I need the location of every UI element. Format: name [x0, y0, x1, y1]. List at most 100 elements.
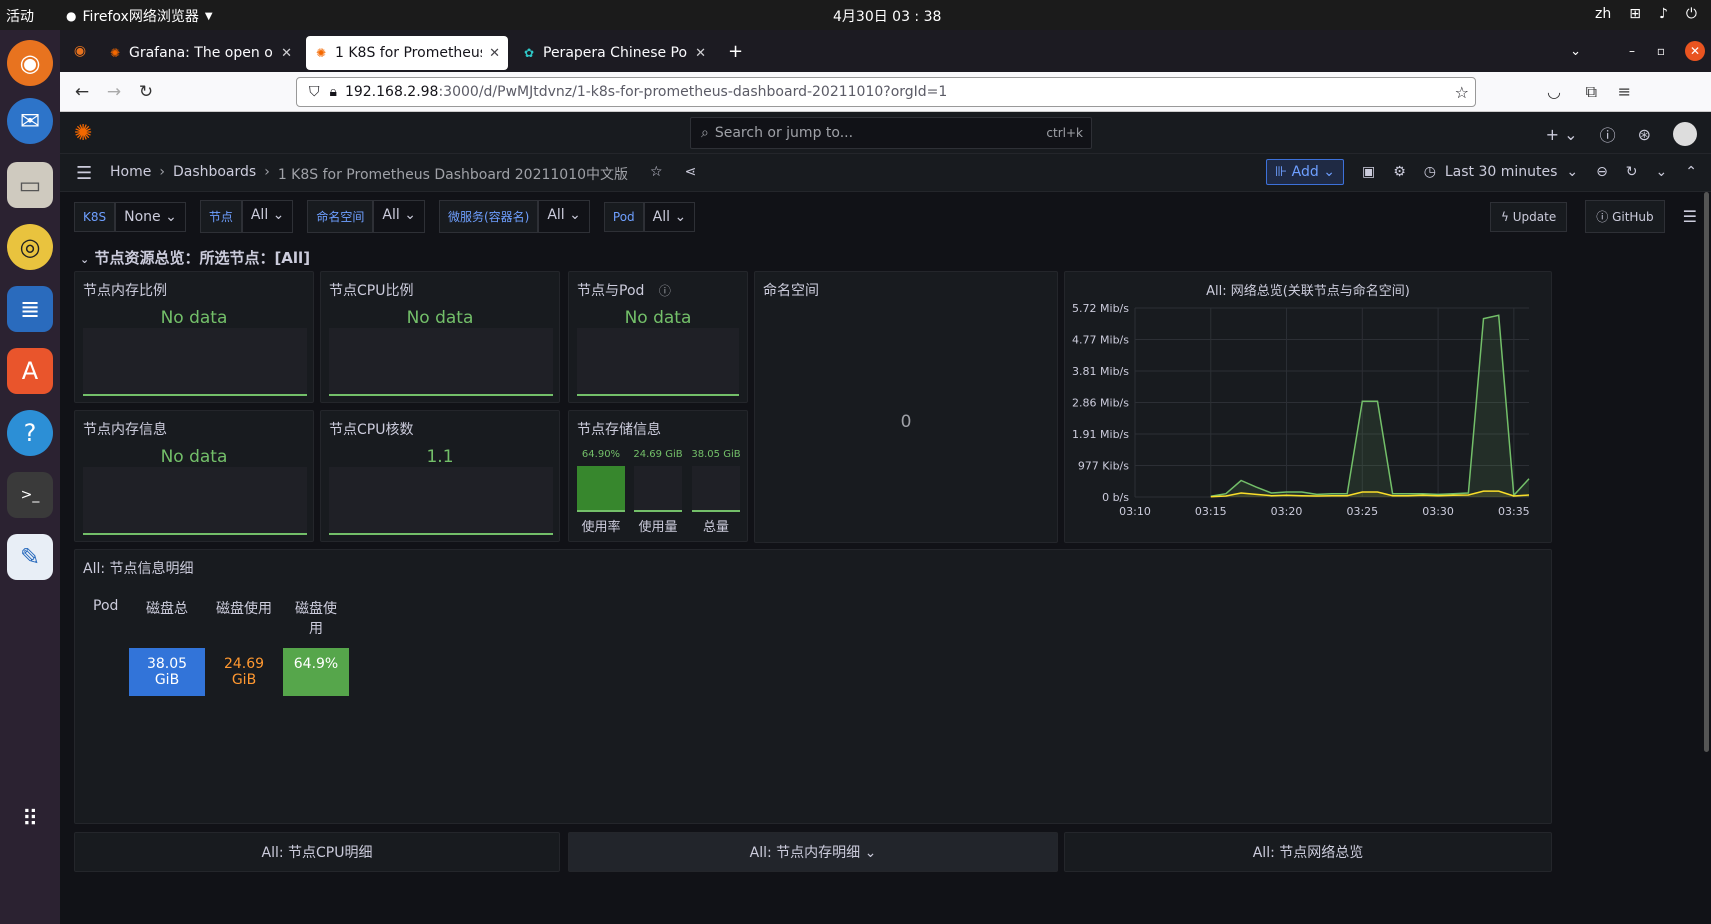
software-center-icon[interactable]: A	[7, 348, 53, 394]
var-select[interactable]: All ⌄	[643, 201, 696, 232]
pocket-icon[interactable]: ◡	[1547, 82, 1561, 101]
time-picker[interactable]: ◷ Last 30 minutes ⌄	[1424, 164, 1578, 180]
zoom-out-icon[interactable]: ⊖	[1596, 164, 1608, 180]
files-icon[interactable]: ▭	[7, 162, 53, 208]
show-apps-icon[interactable]: ⠿	[7, 796, 53, 842]
tab-perapera[interactable]: ✿ Perapera Chinese Popup ✕	[514, 36, 714, 70]
var-value: All	[547, 207, 565, 223]
reload-icon[interactable]: ↻	[130, 82, 162, 102]
close-icon[interactable]: ✕	[695, 46, 706, 61]
column-header[interactable]: 磁盘使用	[205, 590, 283, 646]
thunderbird-icon[interactable]: ✉	[7, 98, 53, 144]
text-editor-icon[interactable]: ✎	[7, 534, 53, 580]
settings-gear-icon[interactable]: ⚙	[1393, 164, 1406, 180]
close-icon[interactable]: ✕	[281, 46, 292, 61]
breadcrumb-dashboards[interactable]: Dashboards	[173, 164, 256, 184]
namespace-count: 0	[900, 412, 912, 432]
x-tick-label: 03:35	[1498, 505, 1530, 518]
panel-node-mem-detail[interactable]: All: 节点内存明细 ⌄	[568, 832, 1058, 872]
column-header[interactable]: Pod	[83, 590, 129, 646]
var-pod[interactable]: Pod All ⌄	[603, 201, 696, 232]
tab-grafana[interactable]: ✺ Grafana: The open obser ✕	[100, 36, 300, 70]
var-namespace[interactable]: 命名空间 All ⌄	[307, 200, 425, 233]
firefox-icon[interactable]: ◉	[7, 40, 53, 86]
var-node[interactable]: 节点 All ⌄	[199, 200, 294, 233]
minimize-icon[interactable]: –	[1629, 44, 1635, 58]
panel-node-storage[interactable]: 节点存储信息 64.90% 使用率 24.69 GiB 使用量 38.05 Gi…	[568, 410, 748, 542]
update-link[interactable]: ϟ Update	[1490, 201, 1568, 232]
gauge-empty	[329, 328, 553, 396]
panel-node-cpu-ratio[interactable]: 节点CPU比例 No data	[320, 271, 560, 403]
page-scrollbar[interactable]	[1704, 192, 1709, 752]
var-select[interactable]: All ⌄	[538, 200, 590, 233]
panel-node-net-detail[interactable]: All: 节点网络总览	[1064, 832, 1552, 872]
activities-button[interactable]: 活动	[6, 6, 34, 26]
volume-icon[interactable]: ♪	[1659, 6, 1668, 22]
clock[interactable]: 4月30日 03 : 38	[833, 6, 941, 26]
var-select[interactable]: All ⌄	[241, 200, 294, 233]
forward-icon[interactable]: →	[98, 82, 130, 102]
search-icon: ⌕	[701, 125, 709, 141]
panel-network-overview[interactable]: All: 网络总览(关联节点与命名空间) 0 b/s 977 Kib/s 1.91 …	[1064, 271, 1552, 543]
rhythmbox-icon[interactable]: ◎	[7, 224, 53, 270]
x-tick-label: 03:20	[1271, 505, 1303, 518]
info-icon[interactable]: ⓘ	[659, 284, 671, 298]
menu-icon[interactable]: ≡	[1618, 82, 1631, 101]
panel-node-mem-info[interactable]: 节点内存信息 No data	[74, 410, 314, 542]
refresh-icon[interactable]: ↻	[1626, 164, 1638, 180]
share-icon[interactable]: ⋖	[685, 164, 697, 184]
search-input[interactable]: ⌕ Search or jump to... ctrl+k	[690, 117, 1092, 149]
avatar[interactable]	[1673, 122, 1697, 146]
grafana-topbar: ✺ ⌕ Search or jump to... ctrl+k + ⌄ ⓘ ⊛	[60, 112, 1711, 154]
table-header: Pod 磁盘总 磁盘使用 磁盘使用	[83, 590, 349, 646]
window-close-icon[interactable]: ✕	[1685, 41, 1705, 61]
add-button[interactable]: ⊪ Add ⌄	[1266, 159, 1344, 185]
var-container[interactable]: 微服务(容器名) All ⌄	[438, 200, 590, 233]
panel-list-icon[interactable]: ☰	[1683, 207, 1697, 226]
panel-node-detail[interactable]: All: 节点信息明细 Pod 磁盘总 磁盘使用 磁盘使用 38.05 GiB …	[74, 549, 1552, 824]
refresh-interval-chevron-icon[interactable]: ⌄	[1656, 164, 1668, 180]
panel-node-mem-ratio[interactable]: 节点内存比例 No data	[74, 271, 314, 403]
hamburger-icon[interactable]: ☰	[76, 163, 92, 184]
breadcrumb-home[interactable]: Home	[110, 164, 151, 184]
libreoffice-writer-icon[interactable]: ≣	[7, 286, 53, 332]
var-select[interactable]: None ⌄	[115, 201, 186, 232]
new-tab-icon[interactable]: +	[728, 41, 743, 62]
power-icon[interactable]: ⏻	[1686, 6, 1697, 22]
bookmark-star-icon[interactable]: ☆	[1455, 83, 1469, 102]
new-icon[interactable]: + ⌄	[1546, 125, 1578, 144]
var-k8s[interactable]: K8S None ⌄	[74, 201, 186, 232]
collapse-icon[interactable]: ⌃	[1685, 164, 1697, 180]
extensions-icon[interactable]: ⧉	[1586, 82, 1597, 102]
app-menu[interactable]: ● Firefox网络浏览器 ▼	[66, 6, 213, 26]
back-icon[interactable]: ←	[66, 82, 98, 102]
maximize-icon[interactable]: ▫	[1657, 44, 1665, 58]
x-tick-label: 03:15	[1195, 505, 1227, 518]
grafana-logo-icon[interactable]: ✺	[74, 121, 92, 146]
search-placeholder: Search or jump to...	[714, 125, 854, 141]
star-icon[interactable]: ☆	[650, 164, 663, 184]
help-icon[interactable]: ?	[7, 410, 53, 456]
url-bar[interactable]: ⛉ 🔒︎ 192.168.2.98:3000/d/PwMJtdvnz/1-k8s…	[296, 77, 1476, 107]
shield-icon[interactable]: ⛉	[309, 84, 320, 100]
panel-namespace[interactable]: 命名空间 0	[754, 271, 1058, 543]
terminal-icon[interactable]: >_	[7, 472, 53, 518]
column-header[interactable]: 磁盘使用	[283, 590, 349, 646]
panel-node-cpu-cores[interactable]: 节点CPU核数 1.1	[320, 410, 560, 542]
news-rss-icon[interactable]: ⊛	[1638, 125, 1651, 144]
lang-indicator[interactable]: zh	[1595, 6, 1611, 22]
github-link[interactable]: ⓘ GitHub	[1585, 200, 1665, 233]
list-tabs-icon[interactable]: ⌄	[1570, 44, 1581, 59]
panel-node-pod[interactable]: 节点与Pod ⓘ No data	[568, 271, 748, 403]
panel-node-cpu-detail[interactable]: All: 节点CPU明细	[74, 832, 560, 872]
network-icon[interactable]: ⊞	[1629, 6, 1641, 22]
tab-k8s-dashboard[interactable]: ✺ 1 K8S for Prometheus Da ✕	[306, 36, 508, 70]
var-select[interactable]: All ⌄	[373, 200, 425, 233]
close-icon[interactable]: ✕	[489, 46, 500, 61]
column-header[interactable]: 磁盘总	[129, 590, 205, 646]
row-title[interactable]: ⌄ 节点资源总览：所选节点：[All]	[80, 247, 310, 268]
help-icon[interactable]: ⓘ	[1600, 122, 1616, 146]
save-icon[interactable]: ▣	[1362, 164, 1375, 180]
lock-icon[interactable]: 🔒︎	[330, 84, 337, 100]
firefox-view-icon[interactable]: ◉	[60, 43, 100, 59]
